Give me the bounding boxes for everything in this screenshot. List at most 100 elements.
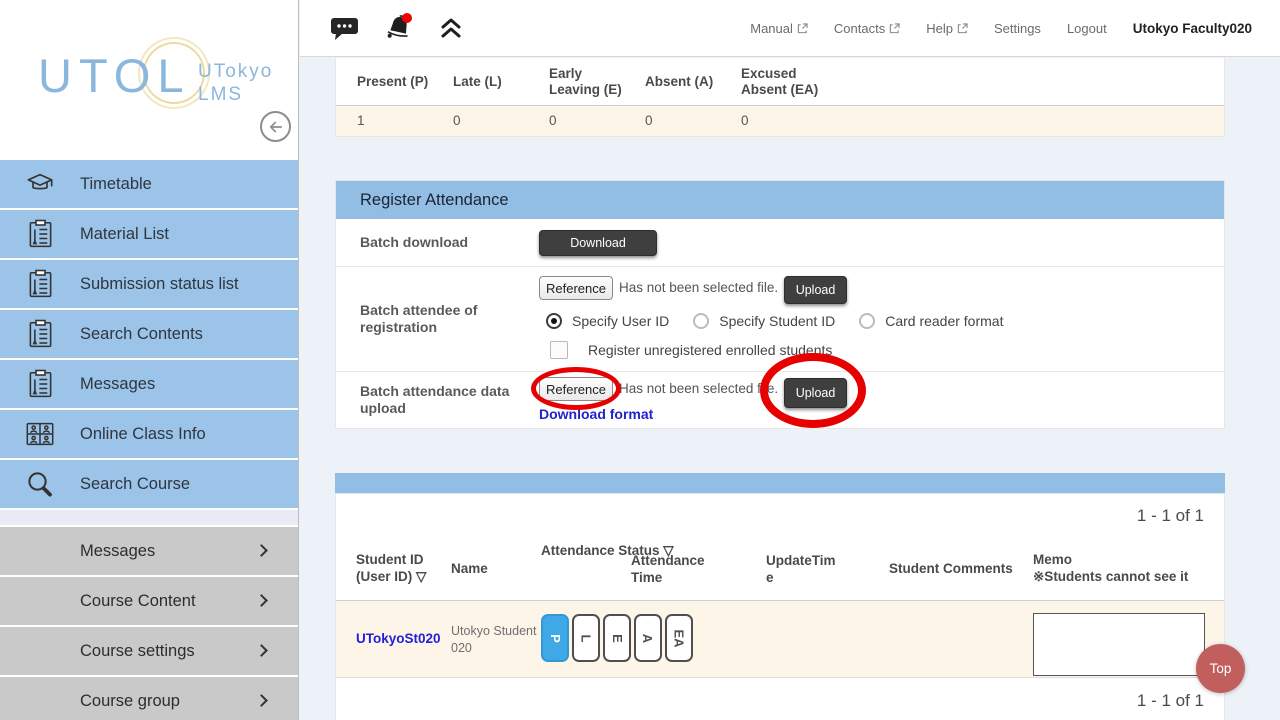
logo-area: UTOL UTokyo LMS xyxy=(0,0,298,160)
sidebar-item-label: Search Contents xyxy=(80,325,203,344)
sidebar-item-search-contents[interactable]: Search Contents xyxy=(0,310,298,358)
chevron-right-icon xyxy=(255,644,268,657)
sidebar-item-timetable[interactable]: Timetable xyxy=(0,160,298,208)
checkbox-label: Register unregistered enrolled students xyxy=(588,342,832,358)
radio-specify-student-id[interactable] xyxy=(693,313,709,329)
sidebar-item-course-content[interactable]: Course Content xyxy=(0,577,298,625)
people-grid-icon xyxy=(22,421,58,447)
attendance-status-buttons: P L E A EA xyxy=(541,614,693,662)
batch-attendee-label: Batch attendee of registration xyxy=(360,302,520,336)
settings-link[interactable]: Settings xyxy=(994,21,1041,36)
attendance-table-panel: 1 - 1 of 1 Student ID (User ID) ▽ Name A… xyxy=(335,493,1225,720)
clipboard-icon xyxy=(22,319,58,349)
table-section-header-bar xyxy=(335,473,1225,493)
bell-icon[interactable] xyxy=(382,12,416,44)
radio-card-reader-format[interactable] xyxy=(859,313,875,329)
summary-header-row: Present (P) Late (L) Early Leaving (E) A… xyxy=(336,58,1224,106)
manual-link[interactable]: Manual xyxy=(750,21,808,36)
sidebar-item-label: Submission status list xyxy=(80,275,239,294)
upload-button[interactable]: Upload xyxy=(784,378,847,408)
sidebar-item-material-list[interactable]: Material List xyxy=(0,210,298,258)
upload-button[interactable]: Upload xyxy=(784,276,847,304)
batch-attendee-row: Batch attendee of registration Reference… xyxy=(336,267,1224,372)
sidebar-item-label: Online Class Info xyxy=(80,425,206,444)
contacts-link-label: Contacts xyxy=(834,21,885,36)
sidebar: UTOL UTokyo LMS Timetable xyxy=(0,0,299,720)
student-id-link[interactable]: UTokyoSt020 xyxy=(356,631,441,646)
sidebar-divider xyxy=(0,510,298,525)
sidebar-item-course-messages[interactable]: Messages xyxy=(0,527,298,575)
chevron-right-icon xyxy=(255,594,268,607)
summary-header-late: Late (L) xyxy=(432,58,528,105)
username: Utokyo Faculty020 xyxy=(1133,21,1252,36)
status-label: A xyxy=(640,633,655,642)
sidebar-item-label: Course Content xyxy=(80,592,196,611)
sidebar-collapse-button[interactable] xyxy=(260,111,291,142)
download-button[interactable]: Download xyxy=(539,230,657,256)
scroll-to-top-button[interactable]: Top xyxy=(1196,644,1245,693)
attendance-table-header: Student ID (User ID) ▽ Name Attendance S… xyxy=(336,536,1224,601)
panel-title: Register Attendance xyxy=(336,181,1224,219)
sidebar-item-messages[interactable]: Messages xyxy=(0,360,298,408)
status-label: EA xyxy=(672,629,687,647)
clipboard-icon xyxy=(22,269,58,299)
help-link[interactable]: Help xyxy=(926,21,968,36)
radio-label: Specify Student ID xyxy=(719,313,835,329)
sidebar-item-course-settings[interactable]: Course settings xyxy=(0,627,298,675)
settings-link-label: Settings xyxy=(994,21,1041,36)
pagination-bottom: 1 - 1 of 1 xyxy=(1137,691,1204,711)
page: UTOL UTokyo LMS Timetable xyxy=(0,0,1280,720)
status-label: L xyxy=(578,634,593,642)
manual-link-label: Manual xyxy=(750,21,793,36)
attendance-summary-table: Present (P) Late (L) Early Leaving (E) A… xyxy=(335,58,1225,137)
logout-link[interactable]: Logout xyxy=(1067,21,1107,36)
status-button-early-leaving[interactable]: E xyxy=(603,614,631,662)
logo-subtitle: UTokyo LMS xyxy=(198,60,273,106)
student-name: Utokyo Student020 xyxy=(451,623,541,657)
sidebar-item-online-class-info[interactable]: Online Class Info xyxy=(0,410,298,458)
chevron-right-icon xyxy=(255,544,268,557)
download-format-link[interactable]: Download format xyxy=(539,406,653,422)
logo: UTOL xyxy=(38,48,191,103)
summary-value-row: 1 0 0 0 0 xyxy=(336,106,1224,136)
arrow-left-icon xyxy=(267,118,285,136)
radio-specify-user-id[interactable] xyxy=(546,313,562,329)
memo-input[interactable] xyxy=(1033,613,1205,676)
status-button-excused-absent[interactable]: EA xyxy=(665,614,693,662)
register-unregistered-checkbox[interactable] xyxy=(550,341,568,359)
status-button-late[interactable]: L xyxy=(572,614,600,662)
clipboard-icon xyxy=(22,219,58,249)
sidebar-item-search-course[interactable]: Search Course xyxy=(0,460,298,508)
summary-value-late: 0 xyxy=(432,106,528,136)
sidebar-item-label: Messages xyxy=(80,375,155,394)
chat-icon[interactable] xyxy=(330,15,360,42)
summary-header-excused-absent: Excused Absent (EA) xyxy=(720,58,890,105)
sidebar-item-label: Course settings xyxy=(80,642,195,661)
status-label: P xyxy=(547,634,562,643)
register-attendance-panel: Register Attendance Batch download Downl… xyxy=(335,180,1225,429)
table-row: UTokyoSt020 Utokyo Student020 P L E A EA xyxy=(336,601,1224,678)
column-memo: Memo ※Students cannot see it xyxy=(1033,551,1188,585)
sidebar-item-course-group[interactable]: Course group xyxy=(0,677,298,720)
column-update-time: UpdateTime xyxy=(766,552,836,586)
chevron-right-icon xyxy=(255,694,268,707)
column-student-comments: Student Comments xyxy=(889,560,1013,577)
radio-label: Card reader format xyxy=(885,313,1003,329)
status-label: E xyxy=(609,634,624,643)
sidebar-item-label: Timetable xyxy=(80,175,152,194)
sidebar-item-submission-status-list[interactable]: Submission status list xyxy=(0,260,298,308)
collapse-icon[interactable] xyxy=(438,16,464,40)
external-link-icon xyxy=(957,23,968,34)
status-button-absent[interactable]: A xyxy=(634,614,662,662)
notification-dot xyxy=(402,13,412,23)
reference-button[interactable]: Reference xyxy=(539,377,613,401)
sidebar-item-label: Material List xyxy=(80,225,169,244)
search-icon xyxy=(22,469,58,499)
clipboard-icon xyxy=(22,369,58,399)
status-button-present[interactable]: P xyxy=(541,614,569,662)
reference-button[interactable]: Reference xyxy=(539,276,613,300)
column-student-id[interactable]: Student ID (User ID) ▽ xyxy=(356,551,426,585)
contacts-link[interactable]: Contacts xyxy=(834,21,900,36)
summary-value-excused-absent: 0 xyxy=(720,106,890,136)
summary-value-absent: 0 xyxy=(624,106,720,136)
